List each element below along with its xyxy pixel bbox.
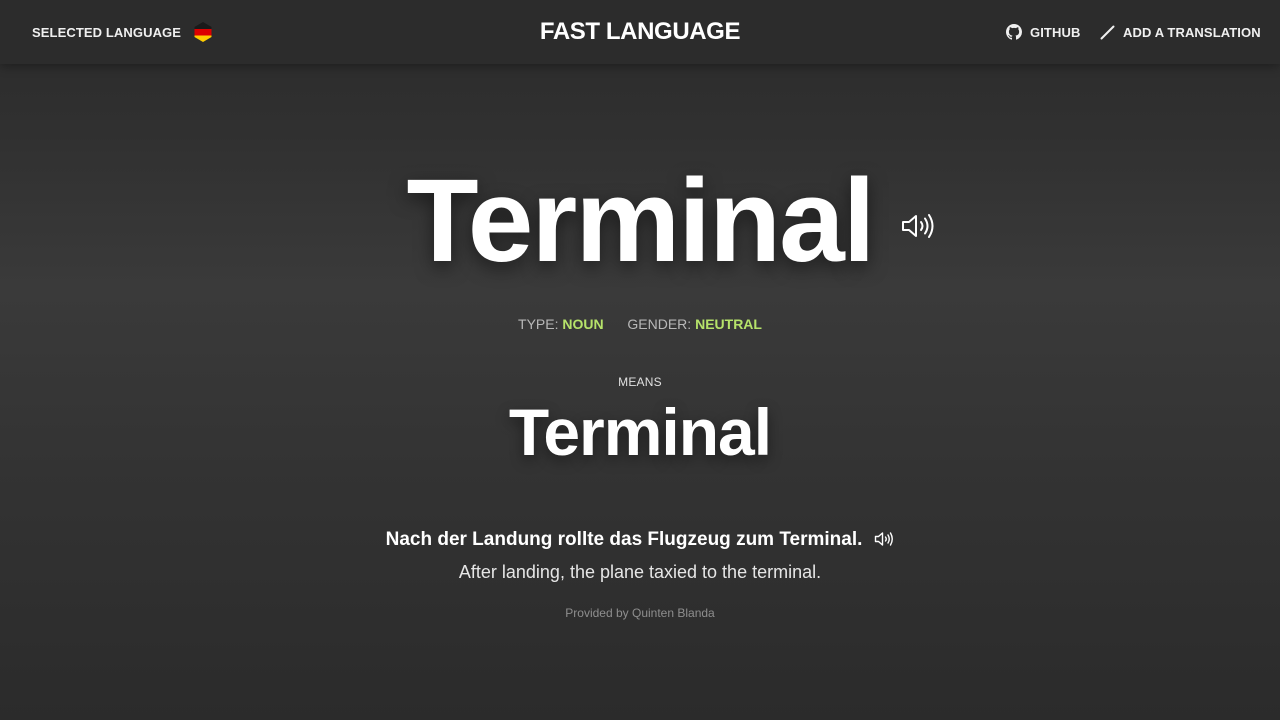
gender-label: GENDER: [627, 316, 692, 332]
example-translation: After landing, the plane taxied to the t… [458, 562, 822, 582]
type-label: TYPE: [518, 316, 559, 332]
app-logo[interactable]: FAST LANGUAGE [0, 18, 1280, 46]
foreign-word: Terminal [406, 155, 875, 287]
type-value: NOUN [562, 316, 604, 332]
speaker-icon[interactable] [874, 531, 894, 547]
gender-value: NEUTRAL [695, 316, 762, 332]
word-metadata: TYPE: NOUN GENDER: NEUTRAL [0, 316, 1280, 332]
github-icon [1006, 24, 1022, 40]
github-link-label: GITHUB [1030, 24, 1081, 40]
translated-word: Terminal [508, 395, 772, 469]
github-link[interactable]: GITHUB [1006, 22, 1080, 42]
add-translation-label: ADD A TRANSLATION [1123, 24, 1261, 40]
means-label: MEANS [618, 375, 662, 389]
pencil-icon [1100, 25, 1115, 39]
credit-text: Provided by Quinten Blanda [565, 606, 715, 620]
word-heading: Terminal [0, 162, 1280, 280]
speaker-icon[interactable] [901, 212, 935, 240]
example-sentence: Nach der Landung rollte das Flugzeug zum… [385, 529, 863, 550]
add-translation-link[interactable]: ADD A TRANSLATION [1100, 22, 1261, 42]
top-header: SELECTED LANGUAGE FAST LANGUAGE GITHUB A… [0, 0, 1280, 64]
example-sentence-row: Nach der Landung rollte das Flugzeug zum… [0, 529, 1280, 551]
